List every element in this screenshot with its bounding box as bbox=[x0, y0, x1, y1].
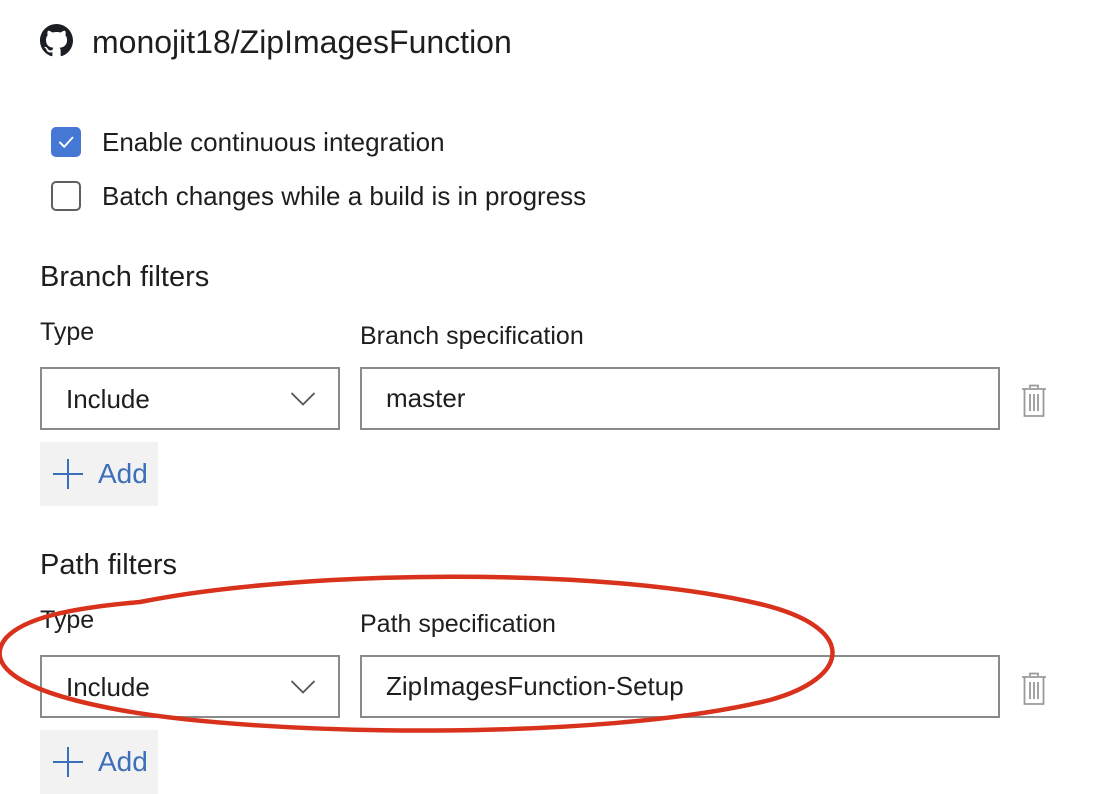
branch-spec-input[interactable] bbox=[360, 367, 1000, 430]
path-type-value: Include bbox=[66, 672, 150, 702]
enable-ci-label[interactable]: Enable continuous integration bbox=[102, 126, 445, 158]
add-path-filter-button[interactable]: Add bbox=[40, 730, 158, 794]
add-branch-filter-label: Add bbox=[98, 458, 148, 489]
branch-type-value: Include bbox=[66, 384, 150, 414]
branch-type-label: Type bbox=[40, 318, 95, 346]
enable-ci-checkbox[interactable] bbox=[51, 127, 81, 157]
github-icon bbox=[40, 24, 73, 57]
delete-path-filter-trash-icon[interactable] bbox=[1021, 672, 1047, 706]
batch-changes-checkbox[interactable] bbox=[51, 181, 81, 211]
add-path-filter-label: Add bbox=[98, 746, 148, 777]
chevron-down-icon bbox=[290, 392, 316, 406]
add-branch-filter-button[interactable]: Add bbox=[40, 442, 158, 506]
path-type-label: Type bbox=[40, 606, 95, 634]
path-filters-title: Path filters bbox=[40, 549, 177, 581]
delete-branch-filter-trash-icon[interactable] bbox=[1021, 384, 1047, 418]
checkmark-icon bbox=[58, 136, 74, 148]
plus-icon bbox=[53, 459, 83, 489]
repository-name[interactable]: monojit18/ZipImagesFunction bbox=[92, 22, 512, 62]
plus-icon bbox=[53, 747, 83, 777]
branch-type-select[interactable]: Include bbox=[40, 367, 340, 430]
branch-filters-title: Branch filters bbox=[40, 261, 210, 293]
branch-spec-label: Branch specification bbox=[360, 322, 584, 350]
batch-changes-label[interactable]: Batch changes while a build is in progre… bbox=[102, 180, 586, 212]
path-type-select[interactable]: Include bbox=[40, 655, 340, 718]
path-spec-label: Path specification bbox=[360, 610, 556, 638]
chevron-down-icon bbox=[290, 680, 316, 694]
path-spec-input[interactable] bbox=[360, 655, 1000, 718]
